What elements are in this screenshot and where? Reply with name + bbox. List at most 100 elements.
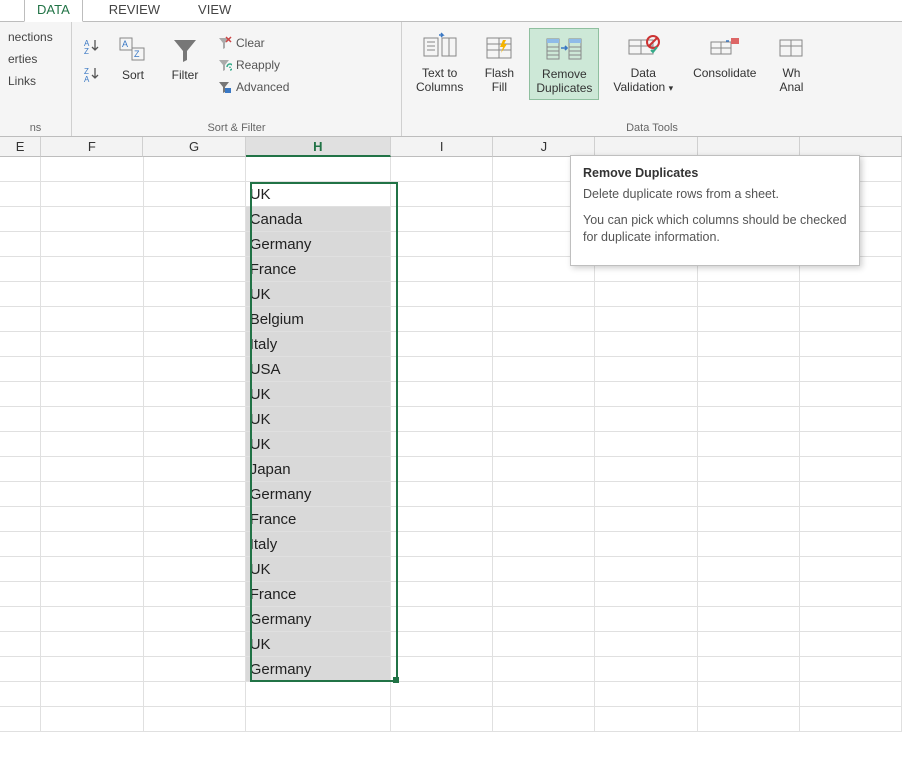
cell[interactable] bbox=[493, 382, 595, 407]
cell[interactable] bbox=[246, 682, 391, 707]
cell[interactable] bbox=[800, 407, 902, 432]
cell[interactable] bbox=[41, 457, 143, 482]
cell[interactable] bbox=[595, 582, 697, 607]
cell[interactable] bbox=[0, 457, 41, 482]
cell[interactable] bbox=[0, 632, 41, 657]
what-if-button[interactable]: WhAnal bbox=[770, 28, 806, 98]
cell[interactable] bbox=[595, 357, 697, 382]
sort-desc-button[interactable]: ZA bbox=[80, 62, 104, 86]
cell[interactable] bbox=[800, 432, 902, 457]
data-validation-button[interactable]: Data Validation ▾ bbox=[607, 28, 679, 98]
cell[interactable] bbox=[144, 357, 246, 382]
cell[interactable] bbox=[391, 682, 493, 707]
cell[interactable] bbox=[246, 157, 391, 182]
cell[interactable] bbox=[698, 307, 800, 332]
cell[interactable] bbox=[41, 282, 143, 307]
cell[interactable] bbox=[0, 432, 41, 457]
cell[interactable] bbox=[493, 457, 595, 482]
consolidate-button[interactable]: Consolidate bbox=[687, 28, 762, 84]
cell[interactable]: France bbox=[246, 582, 391, 607]
cell[interactable] bbox=[391, 207, 493, 232]
cell[interactable]: UK bbox=[246, 282, 391, 307]
cell[interactable] bbox=[493, 682, 595, 707]
tab-review[interactable]: REVIEW bbox=[97, 0, 172, 21]
cell[interactable] bbox=[595, 432, 697, 457]
cell[interactable] bbox=[493, 282, 595, 307]
cell[interactable]: Germany bbox=[246, 657, 391, 682]
cell[interactable] bbox=[493, 557, 595, 582]
cell[interactable] bbox=[391, 157, 493, 182]
cell[interactable] bbox=[698, 507, 800, 532]
cell[interactable] bbox=[144, 682, 246, 707]
cell[interactable] bbox=[493, 332, 595, 357]
cell[interactable] bbox=[41, 607, 143, 632]
cell[interactable]: Germany bbox=[246, 607, 391, 632]
advanced-filter-button[interactable]: Advanced bbox=[214, 76, 291, 98]
cell[interactable]: France bbox=[246, 507, 391, 532]
cell[interactable] bbox=[698, 382, 800, 407]
cell[interactable] bbox=[800, 482, 902, 507]
cell[interactable] bbox=[144, 657, 246, 682]
col-header-blank1[interactable] bbox=[595, 137, 697, 157]
cell[interactable] bbox=[0, 607, 41, 632]
cell[interactable] bbox=[0, 257, 41, 282]
cell[interactable]: UK bbox=[246, 382, 391, 407]
cell[interactable] bbox=[698, 432, 800, 457]
tab-data[interactable]: DATA bbox=[24, 0, 83, 22]
cell[interactable]: Belgium bbox=[246, 307, 391, 332]
cell[interactable] bbox=[144, 632, 246, 657]
cell[interactable] bbox=[41, 632, 143, 657]
cell[interactable] bbox=[800, 457, 902, 482]
cell[interactable] bbox=[391, 632, 493, 657]
sort-asc-button[interactable]: AZ bbox=[80, 34, 104, 58]
cell[interactable] bbox=[698, 332, 800, 357]
cell[interactable] bbox=[41, 557, 143, 582]
cell[interactable] bbox=[144, 182, 246, 207]
cell[interactable] bbox=[144, 432, 246, 457]
sort-button[interactable]: A Z Sort bbox=[110, 30, 156, 86]
cell[interactable]: UK bbox=[246, 557, 391, 582]
cell[interactable] bbox=[698, 557, 800, 582]
reapply-button[interactable]: Reapply bbox=[214, 54, 291, 76]
cell[interactable] bbox=[493, 482, 595, 507]
cell[interactable] bbox=[595, 682, 697, 707]
cell[interactable] bbox=[800, 332, 902, 357]
cell[interactable] bbox=[800, 532, 902, 557]
cell[interactable] bbox=[493, 407, 595, 432]
cell[interactable] bbox=[800, 657, 902, 682]
cell[interactable] bbox=[800, 632, 902, 657]
cell[interactable] bbox=[41, 582, 143, 607]
cell[interactable] bbox=[595, 307, 697, 332]
flash-fill-button[interactable]: FlashFill bbox=[477, 28, 521, 98]
cell[interactable] bbox=[144, 307, 246, 332]
cell[interactable] bbox=[0, 532, 41, 557]
cell[interactable] bbox=[391, 357, 493, 382]
cell[interactable] bbox=[41, 707, 143, 732]
cell[interactable] bbox=[595, 407, 697, 432]
cell[interactable] bbox=[391, 482, 493, 507]
cell[interactable] bbox=[144, 157, 246, 182]
cell[interactable] bbox=[595, 657, 697, 682]
cell[interactable] bbox=[0, 507, 41, 532]
col-header-h[interactable]: H bbox=[246, 137, 391, 157]
cell[interactable] bbox=[391, 607, 493, 632]
cell[interactable] bbox=[144, 382, 246, 407]
cell[interactable] bbox=[800, 282, 902, 307]
cell[interactable] bbox=[391, 182, 493, 207]
cell[interactable] bbox=[0, 482, 41, 507]
cell[interactable] bbox=[144, 232, 246, 257]
cell[interactable]: Germany bbox=[246, 232, 391, 257]
cell[interactable] bbox=[144, 282, 246, 307]
cell[interactable] bbox=[41, 207, 143, 232]
cell[interactable] bbox=[493, 432, 595, 457]
cell[interactable] bbox=[144, 507, 246, 532]
cell[interactable] bbox=[391, 232, 493, 257]
cell[interactable]: Canada bbox=[246, 207, 391, 232]
cell[interactable] bbox=[0, 357, 41, 382]
cell[interactable] bbox=[391, 257, 493, 282]
cell[interactable] bbox=[41, 432, 143, 457]
cell[interactable] bbox=[698, 532, 800, 557]
cell[interactable] bbox=[391, 582, 493, 607]
cell[interactable] bbox=[595, 607, 697, 632]
cell[interactable] bbox=[41, 482, 143, 507]
